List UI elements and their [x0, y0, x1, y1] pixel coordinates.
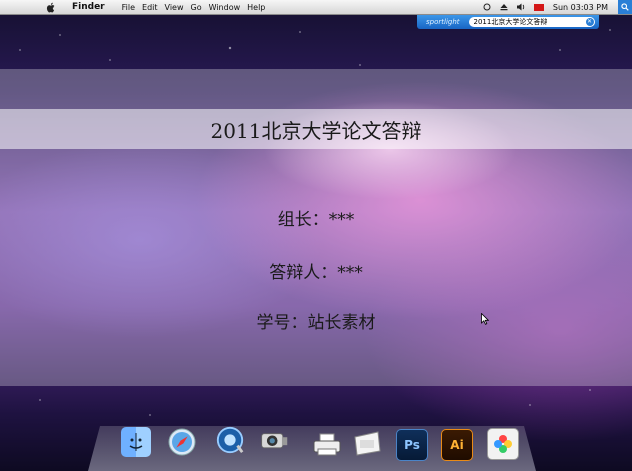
input-language-flag-icon[interactable]	[533, 3, 544, 11]
menu-edit[interactable]: Edit	[142, 3, 158, 12]
spotlight-label: sportlight	[426, 18, 460, 26]
menu-go[interactable]: Go	[191, 3, 202, 12]
slide-line-defender: 答辩人：***	[269, 263, 363, 283]
spotlight-search-input[interactable]: 2011北京大学论文答辩 ✕	[468, 17, 595, 27]
clear-search-icon[interactable]: ✕	[585, 18, 594, 26]
menu-clock[interactable]: Sun 03:03 PM	[553, 3, 608, 12]
camera-icon[interactable]	[259, 424, 289, 454]
slide-panel: 2011北京大学论文答辩 组长：*** 答辩人：*** 学号：站长素材	[0, 69, 632, 386]
mouse-cursor-icon	[481, 313, 489, 325]
menu-app-name[interactable]: Finder	[72, 2, 105, 12]
photoshop-label: Ps	[404, 438, 420, 452]
spotlight-button[interactable]	[618, 0, 632, 14]
spotlight-bar: sportlight 2011北京大学论文答辩 ✕	[417, 15, 599, 29]
photoshop-icon[interactable]: Ps	[396, 429, 428, 461]
menu-extras: Sun 03:03 PM	[483, 0, 632, 14]
spotlight-query: 2011北京大学论文答辩	[473, 18, 548, 26]
menu-bar: Finder File Edit View Go Window Help Sun…	[0, 0, 632, 15]
preview-icon[interactable]	[352, 428, 382, 458]
apple-logo-icon[interactable]	[46, 2, 56, 13]
search-icon	[621, 3, 629, 11]
finder-icon[interactable]	[121, 427, 151, 457]
menu-window[interactable]: Window	[209, 3, 241, 12]
quicktime-icon[interactable]	[215, 425, 245, 455]
printer-icon[interactable]	[312, 430, 342, 460]
volume-icon[interactable]	[516, 3, 526, 12]
menu-view[interactable]: View	[165, 3, 184, 12]
slide-line-student-id: 学号：站长素材	[256, 313, 376, 333]
illustrator-icon[interactable]: Ai	[441, 429, 473, 461]
slide-line-group-leader: 组长：***	[277, 210, 355, 230]
slide-title: 2011北京大学论文答辩	[210, 118, 422, 143]
menu-help[interactable]: Help	[247, 3, 265, 12]
menu-file[interactable]: File	[122, 3, 135, 12]
illustrator-label: Ai	[450, 438, 464, 452]
sync-icon[interactable]	[483, 3, 492, 12]
eject-icon[interactable]	[500, 3, 509, 12]
iphoto-icon[interactable]	[487, 428, 519, 460]
title-band: 2011北京大学论文答辩	[0, 109, 632, 149]
safari-icon[interactable]	[167, 427, 197, 457]
